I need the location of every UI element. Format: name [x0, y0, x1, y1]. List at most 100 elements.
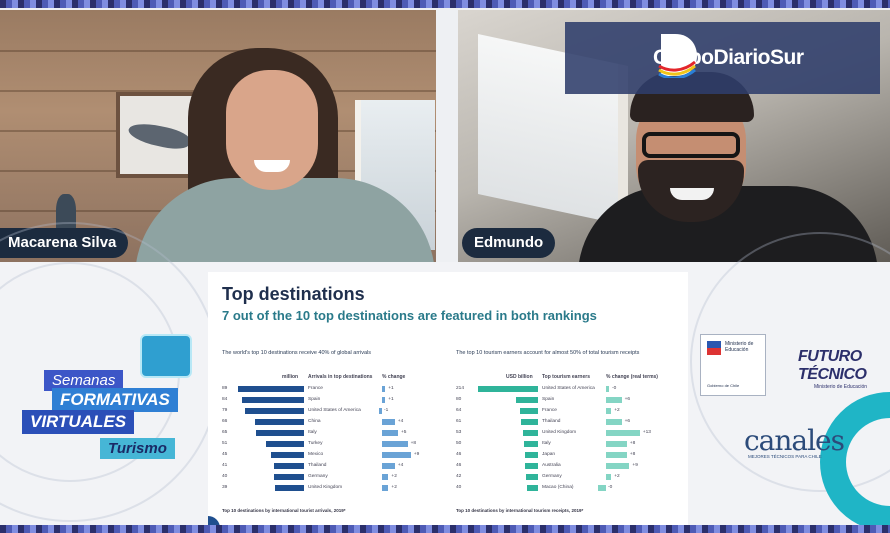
change-value: +5 — [401, 430, 407, 435]
ranking-bar — [241, 396, 304, 403]
campaign-line-2: FORMATIVAS — [52, 388, 178, 412]
ranking-value: 46 — [456, 463, 462, 468]
participant-name-tag-right: Edmundo — [462, 228, 556, 258]
change-value: -0 — [612, 386, 617, 391]
ranking-name: Macao (China) — [542, 485, 574, 490]
ranking-value: 46 — [456, 452, 462, 457]
receipts-footer: Top 10 destinations by international tou… — [456, 508, 584, 513]
campaign-avatar-icon — [140, 334, 192, 378]
ranking-row: 42 Germany +2 — [456, 472, 682, 481]
ranking-value: 45 — [222, 452, 228, 457]
change-value: -1 — [384, 408, 389, 413]
ranking-name: Thailand — [308, 463, 327, 468]
change-value: +4 — [397, 419, 404, 424]
ranking-bar — [274, 473, 304, 480]
ranking-row: 214 United States of America -0 — [456, 384, 682, 393]
ranking-value: 50 — [456, 441, 462, 446]
ranking-bar — [520, 418, 538, 425]
ranking-row: 51 Turkey +8 — [222, 439, 448, 448]
change-bar — [382, 418, 395, 425]
slide-title: Top destinations — [222, 284, 365, 304]
ranking-value: 66 — [222, 419, 228, 424]
receipts-col-value: USD billion — [506, 374, 533, 380]
change-bar — [606, 462, 630, 469]
ranking-bar — [273, 462, 304, 469]
ranking-row: 50 Italy +8 — [456, 439, 682, 448]
receipts-heading: The top 10 tourism earners account for a… — [456, 350, 640, 356]
arrivals-col-change: % change — [382, 374, 406, 380]
ranking-bar — [526, 484, 538, 491]
wall-plank — [0, 50, 436, 52]
participant-face — [226, 70, 318, 190]
ranking-value: 39 — [222, 485, 228, 490]
ranking-value: 40 — [222, 474, 228, 479]
chile-flag-icon — [707, 341, 721, 355]
change-bar — [606, 440, 627, 447]
ranking-name: Germany — [308, 474, 328, 479]
ranking-row: 80 Spain +6 — [456, 395, 682, 404]
ranking-name: Italy — [308, 430, 317, 435]
change-bar — [382, 396, 386, 403]
arrivals-panel: The world's top 10 destinations receive … — [222, 350, 448, 506]
ranking-name: Spain — [542, 397, 555, 402]
futuro-tecnico-subtitle: Ministerio de Educación — [814, 384, 868, 390]
receipts-col-name: Top tourism earners — [542, 374, 590, 380]
logo-d-icon — [658, 34, 697, 78]
ranking-row: 89 France +1 — [222, 384, 448, 393]
ranking-name: United Kingdom — [542, 430, 577, 435]
decorative-border-bottom — [0, 525, 890, 533]
ranking-value: 61 — [456, 419, 462, 424]
campaign-line-3: VIRTUALES — [22, 410, 135, 434]
change-bar — [382, 451, 411, 458]
ranking-bar — [515, 396, 538, 403]
ranking-row: 65 Italy +5 — [222, 428, 448, 437]
change-value: +6 — [624, 419, 631, 424]
ranking-row: 61 Thailand +6 — [456, 417, 682, 426]
ranking-value: 51 — [222, 441, 228, 446]
ranking-value: 40 — [456, 485, 462, 490]
ranking-value: 84 — [222, 397, 228, 402]
ranking-bar — [255, 418, 304, 425]
ranking-bar — [255, 429, 304, 436]
change-value: +2 — [614, 408, 620, 413]
change-value: +1 — [388, 386, 394, 391]
ranking-name: Thailand — [542, 419, 561, 424]
ranking-row: 46 Australia +9 — [456, 461, 682, 470]
ranking-value: 41 — [222, 463, 228, 468]
change-value: +8 — [410, 441, 417, 446]
arrivals-col-value: million — [282, 374, 299, 380]
ranking-value: 64 — [456, 408, 462, 413]
change-value: +8 — [629, 441, 636, 446]
change-bar — [606, 429, 640, 436]
ranking-bar — [525, 462, 538, 469]
ranking-value: 80 — [456, 397, 462, 402]
ranking-name: Germany — [542, 474, 562, 479]
ranking-row: 64 France +2 — [456, 406, 682, 415]
change-bar — [606, 451, 627, 458]
ranking-row: 53 United Kingdom +13 — [456, 428, 682, 437]
ranking-value: 53 — [456, 430, 462, 435]
ministry-logo: Ministerio de Educación Gobierno de Chil… — [700, 334, 766, 396]
ranking-bar — [523, 440, 538, 447]
ranking-name: Australia — [542, 463, 561, 468]
ranking-value: 79 — [222, 408, 228, 413]
campaign-badge: Semanas FORMATIVAS VIRTUALES Turismo — [16, 334, 194, 459]
ranking-value: 65 — [222, 430, 228, 435]
change-bar — [382, 385, 386, 392]
arrivals-footer: Top 10 destinations by international tou… — [222, 508, 346, 513]
ranking-row: 40 Macao (China) -0 — [456, 483, 682, 492]
change-bar — [606, 385, 609, 392]
ranking-name: United States of America — [308, 408, 361, 413]
change-value: +1 — [388, 397, 394, 402]
ranking-row: 41 Thailand +4 — [222, 461, 448, 470]
whale-shape — [126, 119, 192, 153]
slide-subtitle: 7 out of the 10 top destinations are fea… — [222, 308, 597, 323]
change-value: +9 — [632, 463, 638, 468]
arrivals-heading: The world's top 10 destinations receive … — [222, 350, 372, 356]
change-bar — [382, 440, 408, 447]
ministry-foot: Gobierno de Chile — [707, 383, 740, 388]
ranking-value: 214 — [456, 386, 465, 391]
ranking-row: 45 Mexico +9 — [222, 450, 448, 459]
change-bar — [382, 429, 398, 436]
change-value: +9 — [413, 452, 420, 457]
